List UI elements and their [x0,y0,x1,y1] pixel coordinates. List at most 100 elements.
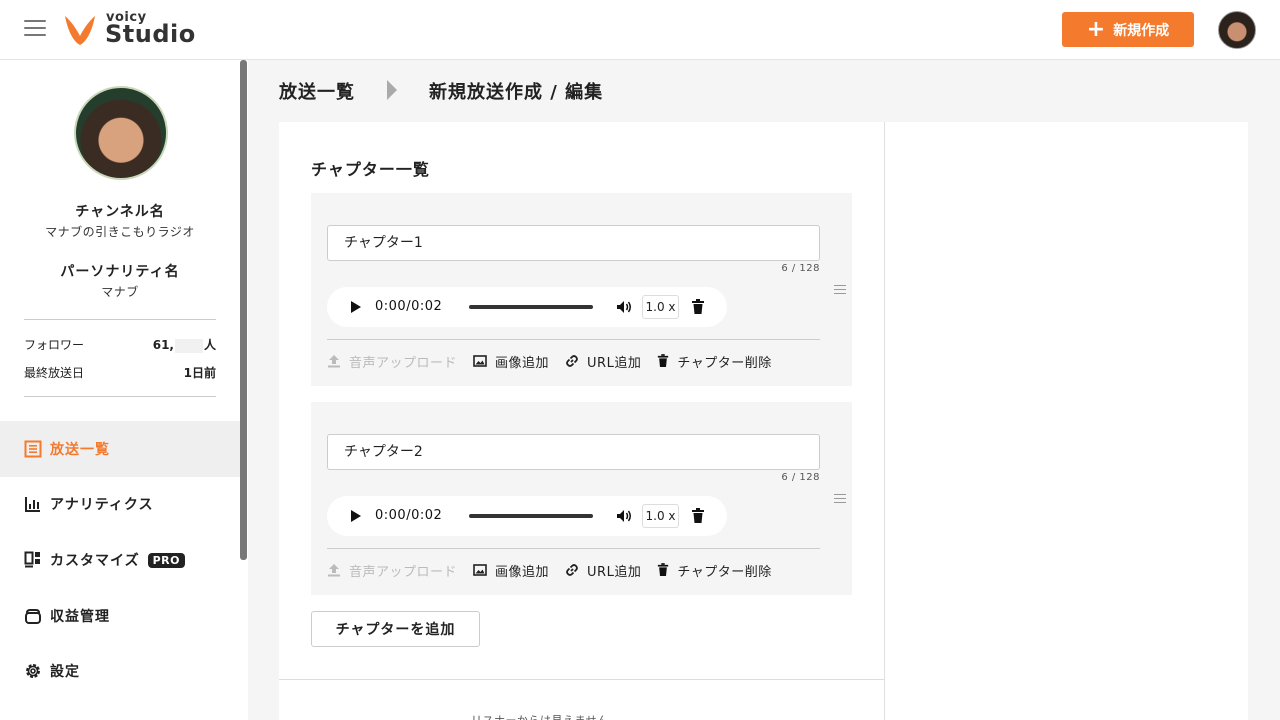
nav-label: 設定 [50,664,80,680]
personality-name-label: パーソナリティ名 [60,264,180,280]
chapter-divider [327,548,820,549]
pro-badge: PRO [147,552,185,568]
sidebar: チャンネル名 マナブの引きこもりラジオ パーソナリティ名 マナブ フォロワー 6… [0,60,248,720]
add-image-button[interactable]: 画像追加 [473,561,549,580]
channel-name: マナブの引きこもりラジオ [45,225,195,239]
page-title: 新規放送作成 / 編集 [429,82,604,103]
nav-label: アナリティクス [50,497,154,513]
add-url-label: URL追加 [587,355,642,371]
nav-label: 放送一覧 [50,442,110,458]
upload-icon [328,564,340,577]
logo-studio-text: Studio [105,20,196,48]
add-image-label: 画像追加 [495,355,550,371]
chapter-list-title: チャプター一覧 [311,160,430,179]
panel-divider [279,679,885,680]
chapter-actions: 音声アップロード 画像追加 URL追加 チャプター削除 [327,352,788,371]
bar-chart-icon [24,495,42,513]
delete-chapter-label: チャプター削除 [677,355,772,371]
last-broadcast-value: 1日前 [183,366,216,380]
chapter-card: チャプター2 6 / 128 0:00/0:02 1.0 x 音声アップロード … [311,402,852,595]
add-url-button[interactable]: URL追加 [565,352,641,371]
followers-value: 61, 人 [152,338,216,353]
chapter-title-input[interactable]: チャプター2 [327,434,820,470]
sidebar-scrollbar[interactable] [240,60,247,560]
audio-upload-label: 音声アップロード [349,564,458,580]
audio-time: 0:00/0:02 [375,508,443,523]
image-icon [473,564,487,576]
delete-chapter-button[interactable]: チャプター削除 [657,561,771,580]
chapter-actions: 音声アップロード 画像追加 URL追加 チャプター削除 [327,561,788,580]
list-icon [24,440,42,458]
redacted-block [174,338,203,353]
channel-avatar [74,86,168,180]
link-icon [566,564,578,576]
link-icon [566,355,578,367]
voicy-studio-logo[interactable]: voicy Studio [62,10,195,50]
playback-speed-button[interactable]: 1.0 x [642,295,679,319]
play-icon[interactable] [351,510,361,522]
preview-panel [885,122,1248,720]
audio-progress-slider[interactable] [469,305,593,309]
char-count: 6 / 128 [781,472,820,483]
add-url-label: URL追加 [587,564,642,580]
delete-chapter-button[interactable]: チャプター削除 [657,352,771,371]
add-image-label: 画像追加 [495,564,550,580]
add-image-button[interactable]: 画像追加 [473,352,549,371]
nav-broadcast-list[interactable]: 放送一覧 [0,421,240,477]
play-icon[interactable] [351,301,361,313]
nav-label: 収益管理 [50,609,110,625]
volume-icon[interactable] [615,298,633,316]
playback-speed-button[interactable]: 1.0 x [642,504,679,528]
new-create-label: 新規作成 [1113,22,1170,39]
chapter-title-input[interactable]: チャプター1 [327,225,820,261]
trash-icon [658,354,669,367]
voicy-logo-icon [65,16,95,45]
breadcrumb-broadcast-list[interactable]: 放送一覧 [279,78,355,104]
top-header: voicy Studio + 新規作成 [0,0,1280,60]
trash-icon[interactable] [691,299,705,315]
breadcrumb-chevron-icon [387,80,397,100]
nav-settings[interactable]: 設定 [0,643,240,699]
personality-name: マナブ [101,285,139,299]
drag-handle-icon[interactable] [834,494,846,506]
nav-label: カスタマイズ [50,553,140,569]
trash-icon [658,563,669,576]
followers-stat: フォロワー 61, 人 [24,336,216,353]
audio-upload-button[interactable]: 音声アップロード [327,352,457,371]
audio-upload-button[interactable]: 音声アップロード [327,561,457,580]
trash-icon[interactable] [691,508,705,524]
user-avatar[interactable] [1218,11,1256,49]
audio-player: 0:00/0:02 1.0 x [327,496,727,536]
audio-progress-slider[interactable] [469,514,593,518]
wallet-icon [24,607,42,625]
nav-revenue[interactable]: 収益管理 [0,588,240,644]
plus-icon: + [1086,16,1106,42]
audio-player: 0:00/0:02 1.0 x [327,287,727,327]
channel-name-label: チャンネル名 [75,204,165,220]
sidebar-divider [24,396,216,397]
char-count: 6 / 128 [781,263,820,274]
add-chapter-button[interactable]: チャプターを追加 [311,611,480,647]
sidebar-divider [24,319,216,320]
nav-customize[interactable]: カスタマイズ PRO [0,532,240,588]
image-icon [473,355,487,367]
new-create-button[interactable]: + 新規作成 [1062,12,1194,47]
nav-analytics[interactable]: アナリティクス [0,476,240,532]
drag-handle-icon[interactable] [834,285,846,297]
audio-upload-label: 音声アップロード [349,355,458,371]
last-broadcast-label: 最終放送日 [24,366,85,380]
customize-icon [24,551,42,569]
audio-time: 0:00/0:02 [375,299,443,314]
listener-note: リスナーからは見えません [471,712,609,720]
upload-icon [328,355,340,368]
followers-label: フォロワー [24,338,85,352]
add-url-button[interactable]: URL追加 [565,561,641,580]
chapter-divider [327,339,820,340]
delete-chapter-label: チャプター削除 [677,564,772,580]
gear-icon [24,662,42,680]
chapter-editor-panel: チャプター一覧 チャプター1 6 / 128 0:00/0:02 1.0 x 音… [279,122,885,720]
volume-icon[interactable] [615,507,633,525]
chapter-card: チャプター1 6 / 128 0:00/0:02 1.0 x 音声アップロード … [311,193,852,386]
last-broadcast-stat: 最終放送日 1日前 [24,364,216,381]
menu-icon[interactable] [24,20,46,38]
